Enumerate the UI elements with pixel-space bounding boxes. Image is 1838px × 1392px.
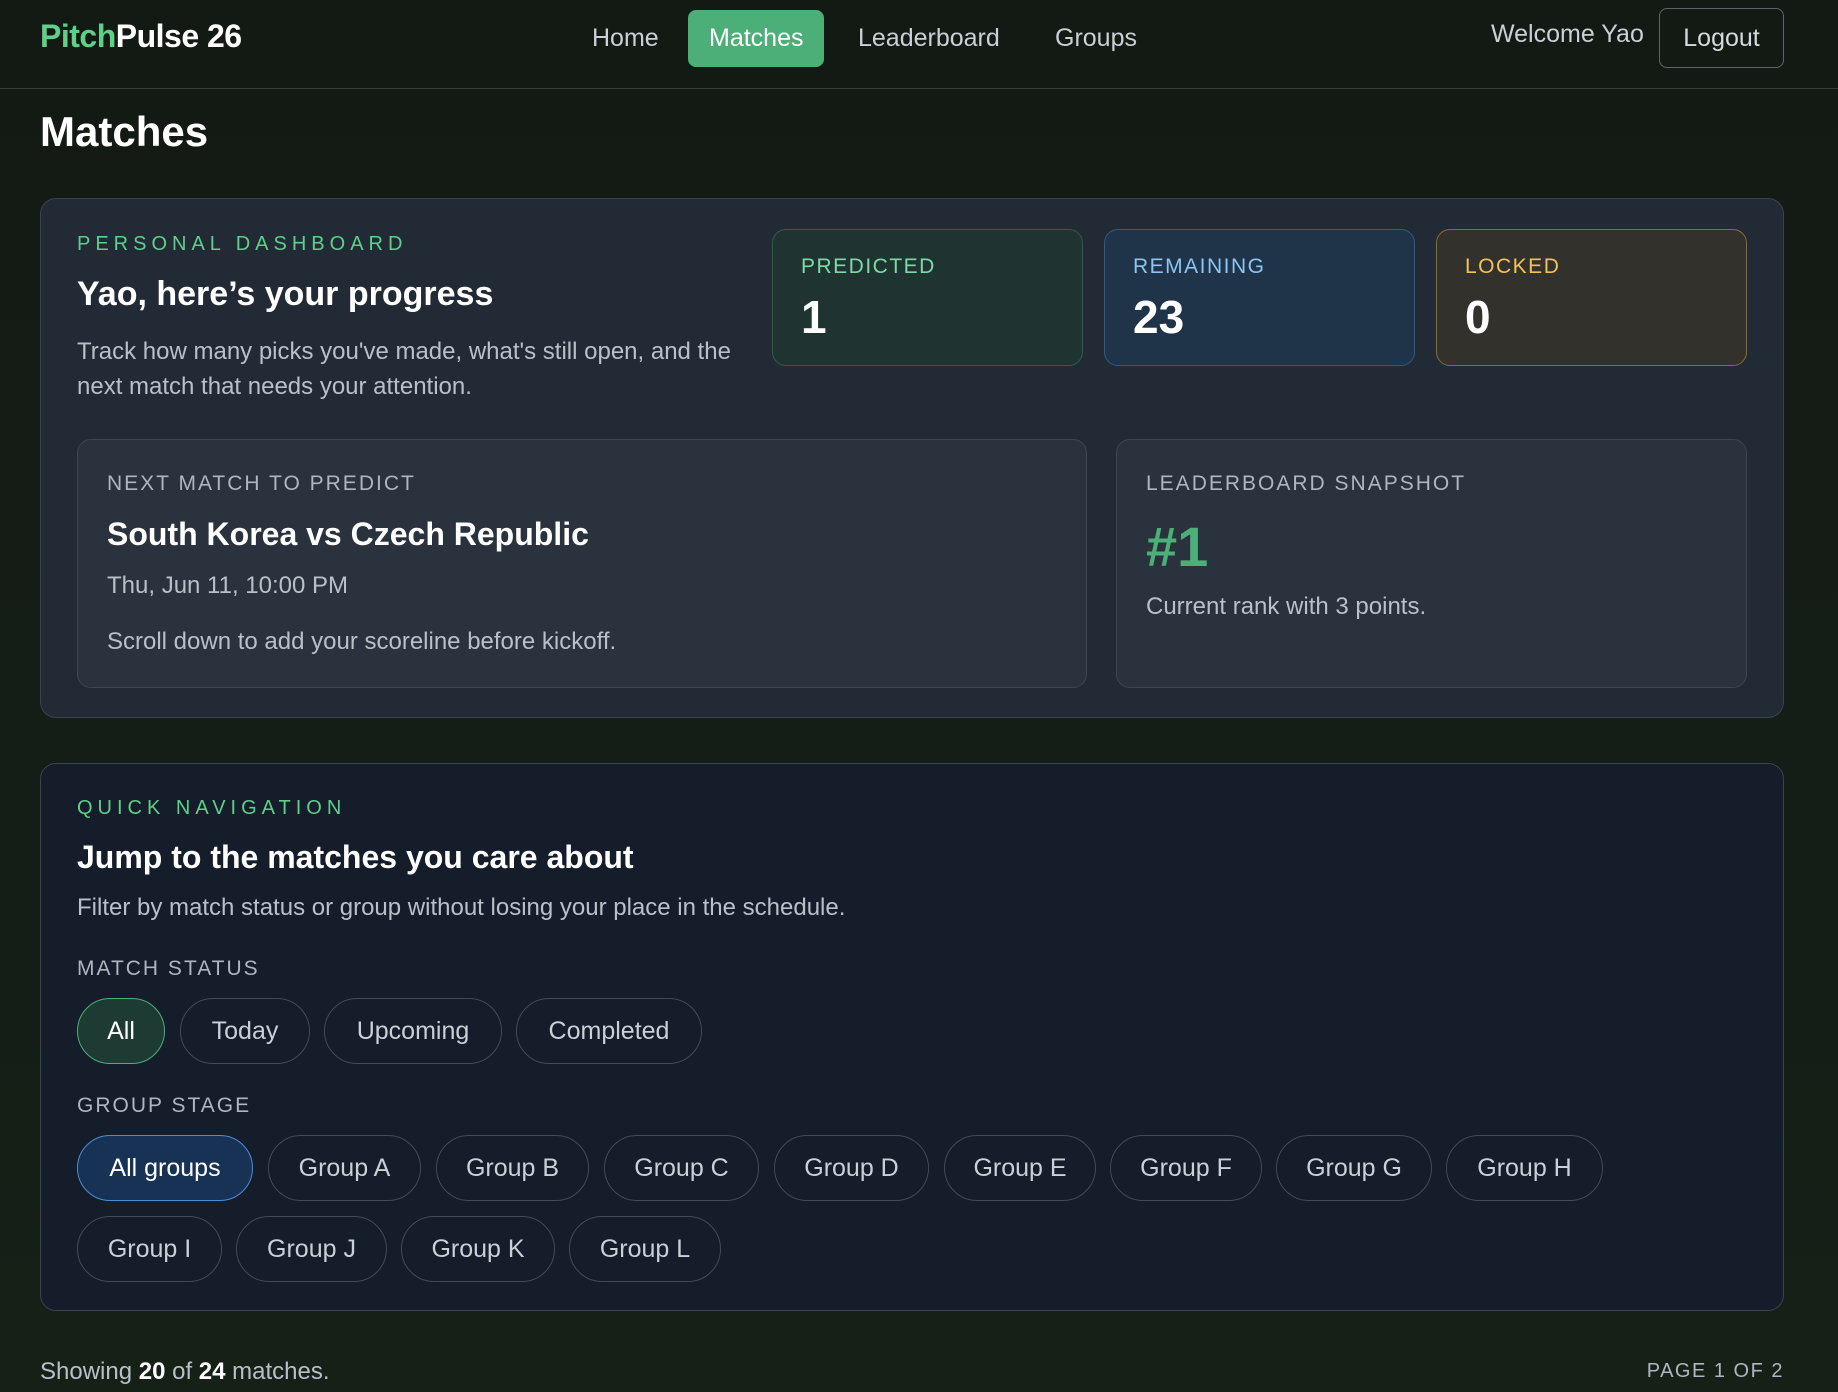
page-title: Matches [40, 108, 209, 155]
nav-home[interactable]: Home [571, 10, 680, 67]
results-prefix: Showing [40, 1358, 133, 1385]
personal-dashboard-panel: PERSONAL DASHBOARD Yao, here’s your prog… [40, 198, 1784, 718]
snapshot-label: LEADERBOARD SNAPSHOT [1146, 472, 1467, 495]
top-navbar: PitchPulse 26 Home Matches Leaderboard G… [0, 0, 1838, 89]
dashboard-description: Track how many picks you've made, what's… [77, 338, 731, 400]
stat-predicted-label: PREDICTED [801, 255, 936, 278]
quick-nav-description: Filter by match status or group without … [77, 894, 846, 921]
page-indicator: PAGE 1 OF 2 [1646, 1360, 1784, 1382]
stat-predicted-value: 1 [801, 291, 827, 343]
next-match-label: NEXT MATCH TO PREDICT [107, 472, 416, 495]
group-filter-e[interactable]: Group E [944, 1135, 1096, 1201]
stat-remaining-label: REMAINING [1133, 255, 1266, 278]
group-filter-d[interactable]: Group D [774, 1135, 929, 1201]
group-filter-all[interactable]: All groups [77, 1135, 253, 1201]
next-match-card[interactable]: NEXT MATCH TO PREDICT South Korea vs Cze… [77, 439, 1087, 688]
group-filter-g[interactable]: Group G [1276, 1135, 1432, 1201]
results-shown: 20 [138, 1358, 166, 1385]
stat-predicted: PREDICTED 1 [772, 229, 1083, 366]
welcome-text: Welcome Yao [1491, 20, 1644, 48]
next-match-note: Scroll down to add your scoreline before… [107, 628, 617, 655]
dashboard-title: Yao, here’s your progress [77, 275, 494, 313]
snapshot-rank: #1 [1146, 515, 1209, 578]
results-total: 24 [198, 1358, 226, 1385]
snapshot-note: Current rank with 3 points. [1146, 593, 1427, 620]
quick-nav-eyebrow: QUICK NAVIGATION [77, 797, 347, 819]
nav-groups[interactable]: Groups [1034, 10, 1158, 67]
results-count: Showing 20 of 24 matches. [40, 1358, 330, 1386]
dashboard-eyebrow: PERSONAL DASHBOARD [77, 233, 408, 255]
status-filter-completed[interactable]: Completed [516, 998, 702, 1064]
status-filter-all[interactable]: All [77, 998, 165, 1064]
group-stage-label: GROUP STAGE [77, 1094, 252, 1117]
group-filter-l[interactable]: Group L [569, 1216, 721, 1282]
stat-remaining-value: 23 [1133, 291, 1185, 343]
quick-navigation-panel: QUICK NAVIGATION Jump to the matches you… [40, 763, 1784, 1311]
group-filter-c[interactable]: Group C [604, 1135, 759, 1201]
stat-locked-label: LOCKED [1465, 255, 1561, 278]
nav-matches[interactable]: Matches [688, 10, 825, 67]
group-filter-k[interactable]: Group K [401, 1216, 555, 1282]
match-status-label: MATCH STATUS [77, 957, 260, 980]
stat-locked-value: 0 [1465, 291, 1491, 343]
results-of: of [172, 1358, 193, 1385]
stat-locked: LOCKED 0 [1436, 229, 1747, 366]
results-suffix: matches. [232, 1358, 330, 1385]
group-filter-h[interactable]: Group H [1446, 1135, 1603, 1201]
logout-button[interactable]: Logout [1659, 8, 1784, 68]
status-filter-today[interactable]: Today [180, 998, 310, 1064]
group-filter-i[interactable]: Group I [77, 1216, 222, 1282]
next-match-datetime: Thu, Jun 11, 10:00 PM [107, 572, 349, 599]
status-filter-upcoming[interactable]: Upcoming [324, 998, 502, 1064]
leaderboard-snapshot-card[interactable]: LEADERBOARD SNAPSHOT #1 Current rank wit… [1116, 439, 1747, 688]
group-filter-j[interactable]: Group J [236, 1216, 387, 1282]
group-filter-a[interactable]: Group A [268, 1135, 421, 1201]
nav-leaderboard[interactable]: Leaderboard [837, 10, 1021, 67]
group-filter-b[interactable]: Group B [436, 1135, 589, 1201]
quick-nav-title: Jump to the matches you care about [77, 839, 634, 875]
stat-remaining: REMAINING 23 [1104, 229, 1415, 366]
group-filter-f[interactable]: Group F [1110, 1135, 1262, 1201]
next-match-title: South Korea vs Czech Republic [107, 516, 589, 552]
